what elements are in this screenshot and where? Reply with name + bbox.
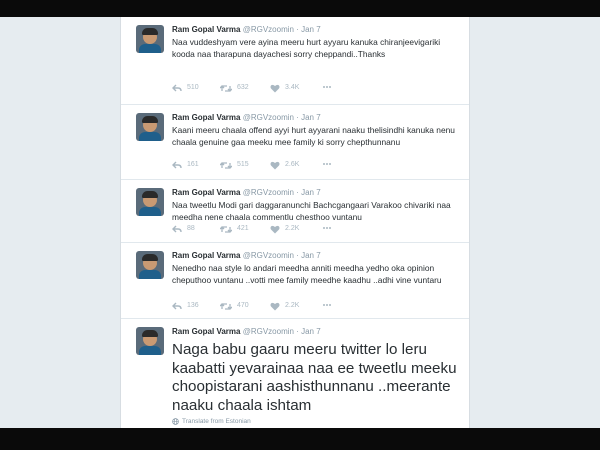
author-name[interactable]: Ram Gopal Varma: [172, 113, 240, 122]
retweet-icon: [219, 84, 233, 92]
tweet-stream: Ram Gopal Varma @RGVzoomin · Jan 7 Naa v…: [120, 17, 470, 428]
tweet-date[interactable]: Jan 7: [301, 327, 321, 336]
author-name[interactable]: Ram Gopal Varma: [172, 327, 240, 336]
author-handle[interactable]: @RGVzoomin: [243, 25, 294, 34]
retweet-count: 632: [237, 84, 249, 91]
retweet-button[interactable]: 515: [219, 159, 249, 171]
tweet-date[interactable]: Jan 7: [301, 113, 321, 122]
more-button[interactable]: [322, 159, 332, 171]
more-icon: [323, 86, 331, 89]
reply-count: 136: [187, 302, 199, 309]
retweet-icon: [219, 225, 233, 233]
author-handle[interactable]: @RGVzoomin: [243, 188, 294, 197]
reply-icon: [172, 161, 182, 168]
reply-button[interactable]: 161: [172, 159, 199, 171]
tweet-text: Naa vuddeshyam vere ayina meeru hurt ayy…: [172, 37, 441, 59]
retweet-icon: [219, 161, 233, 169]
like-count: 3.4K: [285, 84, 300, 91]
more-icon: [323, 163, 331, 166]
author-name[interactable]: Ram Gopal Varma: [172, 188, 240, 197]
tweet-date[interactable]: Jan 7: [301, 188, 321, 197]
translate-link[interactable]: Translate from Estonian: [172, 418, 251, 425]
tweet-card[interactable]: Ram Gopal Varma @RGVzoomin · Jan 7 Naa t…: [121, 180, 469, 243]
tweet-date[interactable]: Jan 7: [301, 251, 321, 260]
tweet-header: Ram Gopal Varma @RGVzoomin · Jan 7: [172, 251, 321, 261]
tweet-card[interactable]: Ram Gopal Varma @RGVzoomin · Jan 7 Nened…: [121, 243, 469, 319]
letterbox-bottom: [0, 428, 600, 450]
separator: ·: [296, 188, 299, 197]
author-handle[interactable]: @RGVzoomin: [243, 113, 294, 122]
reply-button[interactable]: 136: [172, 300, 199, 312]
tweet-card[interactable]: Ram Gopal Varma @RGVzoomin · Jan 7 Naa v…: [121, 17, 469, 105]
retweet-button[interactable]: 421: [219, 223, 249, 235]
letterbox-top: [0, 0, 600, 17]
translate-label: Translate from Estonian: [182, 418, 251, 426]
reply-count: 510: [187, 84, 199, 91]
tweet-header: Ram Gopal Varma @RGVzoomin · Jan 7: [172, 113, 321, 123]
reply-button[interactable]: 88: [172, 223, 195, 235]
like-count: 2.2K: [285, 225, 300, 232]
retweet-button[interactable]: 632: [219, 82, 249, 94]
reply-count: 88: [187, 225, 195, 232]
heart-icon: [270, 302, 280, 310]
like-count: 2.6K: [285, 161, 300, 168]
tweet-text: Nenedho naa style lo andari meedha annit…: [172, 263, 442, 285]
like-button[interactable]: 3.4K: [270, 82, 299, 94]
author-name[interactable]: Ram Gopal Varma: [172, 251, 240, 260]
author-handle[interactable]: @RGVzoomin: [243, 327, 294, 336]
heart-icon: [270, 84, 280, 92]
tweet-card[interactable]: Ram Gopal Varma @RGVzoomin · Jan 7 Naga …: [121, 319, 469, 428]
reply-count: 161: [187, 161, 199, 168]
tweet-header: Ram Gopal Varma @RGVzoomin · Jan 7: [172, 327, 321, 337]
avatar[interactable]: [136, 251, 164, 279]
tweet-text: Kaani meeru chaala offend ayyi hurt ayya…: [172, 125, 455, 147]
reply-button[interactable]: 510: [172, 82, 199, 94]
separator: ·: [296, 327, 299, 336]
more-button[interactable]: [322, 300, 332, 312]
heart-icon: [270, 161, 280, 169]
retweet-icon: [219, 302, 233, 310]
separator: ·: [296, 251, 299, 260]
avatar[interactable]: [136, 25, 164, 53]
retweet-button[interactable]: 470: [219, 300, 249, 312]
tweet-header: Ram Gopal Varma @RGVzoomin · Jan 7: [172, 25, 321, 35]
like-count: 2.2K: [285, 302, 300, 309]
like-button[interactable]: 2.2K: [270, 300, 299, 312]
globe-icon: [172, 418, 179, 425]
retweet-count: 470: [237, 302, 249, 309]
more-icon: [323, 304, 331, 307]
retweet-count: 421: [237, 225, 249, 232]
reply-icon: [172, 225, 182, 232]
heart-icon: [270, 225, 280, 233]
like-button[interactable]: 2.2K: [270, 223, 299, 235]
avatar[interactable]: [136, 113, 164, 141]
author-handle[interactable]: @RGVzoomin: [243, 251, 294, 260]
tweet-card[interactable]: Ram Gopal Varma @RGVzoomin · Jan 7 Kaani…: [121, 105, 469, 180]
tweet-text: Naga babu gaaru meeru twitter lo leru ka…: [172, 341, 457, 414]
tweet-text: Naa tweetlu Modi gari daggaranunchi Bach…: [172, 200, 451, 222]
separator: ·: [296, 25, 299, 34]
reply-icon: [172, 84, 182, 91]
author-name[interactable]: Ram Gopal Varma: [172, 25, 240, 34]
like-button[interactable]: 2.6K: [270, 159, 299, 171]
tweet-header: Ram Gopal Varma @RGVzoomin · Jan 7: [172, 188, 321, 198]
separator: ·: [296, 113, 299, 122]
more-button[interactable]: [322, 82, 332, 94]
more-button[interactable]: [322, 223, 332, 235]
avatar[interactable]: [136, 188, 164, 216]
avatar[interactable]: [136, 327, 164, 355]
more-icon: [323, 227, 331, 230]
reply-icon: [172, 302, 182, 309]
retweet-count: 515: [237, 161, 249, 168]
tweet-date[interactable]: Jan 7: [301, 25, 321, 34]
